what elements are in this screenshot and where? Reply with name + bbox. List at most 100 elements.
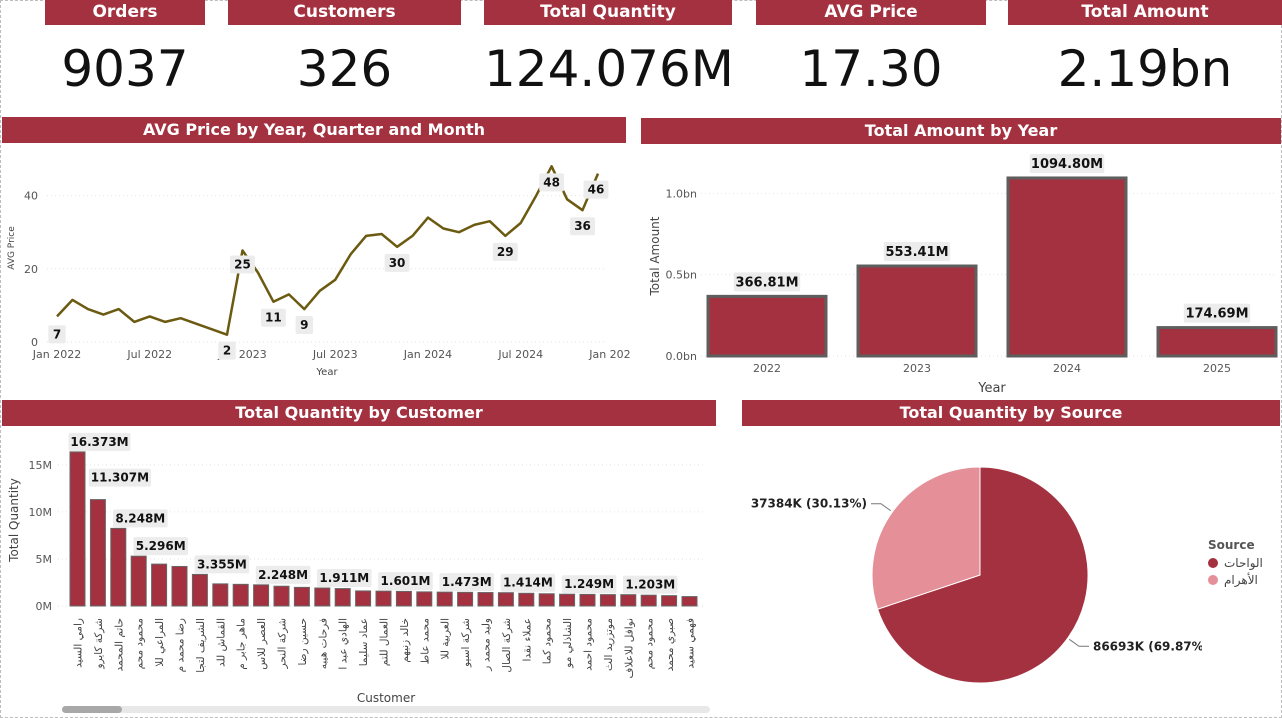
customer-bar — [191, 573, 208, 607]
kpi-customers-label: Customers — [228, 0, 461, 25]
legend-swatch — [1208, 558, 1218, 568]
pie-data-label: 37384K (30.13%) — [751, 497, 867, 511]
customer-bar — [620, 594, 637, 607]
x-tick-label: محمود كما — [542, 618, 554, 664]
x-tick-label: رامي السيد — [73, 618, 85, 668]
customer-bar — [416, 591, 433, 607]
x-tick-label: الهادي عبد ا — [338, 618, 350, 670]
bar-value-label: 3.355M — [197, 557, 247, 571]
x-tick-label: Jul 2024 — [497, 348, 543, 361]
customer-bar — [334, 588, 351, 607]
x-tick-label: Jul 2023 — [312, 348, 358, 361]
x-tick-label: خالد زنيهم — [399, 618, 411, 663]
customer-bar — [559, 593, 576, 607]
bar-value-label: 8.248M — [115, 511, 165, 525]
bar-value-label: 5.296M — [136, 539, 186, 553]
customer-bar — [599, 594, 616, 607]
customer-bar — [355, 590, 372, 607]
x-tick-label: نوافل للاعلاف — [623, 618, 635, 678]
x-tick-label: القماش للد — [215, 618, 227, 667]
avg-price-line-chart[interactable]: 02040Jan 2022 Jul 2022 Jan 2023 Jul 2023 Jan… — [0, 144, 630, 384]
customer-bar — [477, 592, 494, 607]
customer-bar — [518, 592, 535, 607]
legend-label: الأهرام — [1224, 573, 1258, 587]
y-tick-label: 15M — [29, 459, 53, 472]
legend-item[interactable]: الواحات — [1208, 556, 1263, 570]
x-tick-label: موتزريد الث — [603, 618, 615, 671]
customer-bar — [640, 594, 657, 607]
x-tick-label: شركة الصال — [501, 618, 513, 673]
bar-value-label: 1.414M — [503, 576, 553, 590]
source-chart-title: Total Quantity by Source — [742, 400, 1280, 426]
bar-value-label: 1.473M — [442, 575, 492, 589]
x-tick-label: Jul 2022 — [126, 348, 172, 361]
bar-value-label: 366.81M — [735, 275, 798, 290]
legend-title: Source — [1208, 538, 1255, 552]
customer-quantity-bar-chart[interactable]: 0M 5M 10M 15M Total Quantity Customer رامي الس… — [0, 428, 720, 706]
x-tick-label: رضا محمد م — [175, 618, 187, 672]
customer-bar — [436, 591, 453, 607]
kpi-avg-price-label: AVG Price — [756, 0, 986, 25]
customer-bar — [681, 596, 698, 607]
x-tick-label: محمود محم — [644, 618, 656, 669]
bar-value-label: 1.249M — [564, 577, 614, 591]
customer-bar — [314, 587, 331, 607]
x-tick-label: شركة النحر — [277, 618, 289, 669]
customer-bar — [253, 584, 270, 607]
x-tick-label: المراعي للا — [154, 618, 166, 667]
customer-bar — [151, 563, 168, 607]
x-tick-label: الشريف لتجا — [195, 618, 207, 673]
data-label: 9 — [300, 318, 308, 332]
x-tick-label: فرحات هيبه — [317, 618, 329, 669]
x-tick-label: 2024 — [1053, 362, 1081, 375]
x-tick-label: حاتم المحمد — [113, 618, 125, 671]
data-label: 7 — [53, 327, 61, 341]
customer-bar — [579, 593, 596, 607]
data-label: 30 — [389, 256, 406, 270]
legend-item[interactable]: الأهرام — [1208, 573, 1263, 587]
x-tick-label: ماهر جابر م — [236, 618, 248, 670]
customer-bar — [232, 583, 249, 607]
year-bar — [1006, 176, 1128, 358]
y-tick-label: 0.0bn — [666, 350, 697, 363]
legend-swatch — [1208, 575, 1218, 585]
y-tick-label: 1.0bn — [666, 187, 697, 200]
scrollbar-thumb[interactable] — [62, 706, 122, 713]
kpi-total-quantity-label: Total Quantity — [484, 0, 732, 25]
customer-bar — [110, 527, 127, 607]
year-bar — [706, 294, 828, 358]
bar-value-label: 1.601M — [381, 574, 431, 588]
customer-bar — [661, 595, 678, 607]
x-axis-label: Year — [977, 381, 1006, 396]
bar-value-label: 1.911M — [319, 571, 369, 585]
pie-leader-line — [1069, 638, 1089, 647]
data-label: 36 — [574, 219, 591, 233]
x-tick-label: محمود محم — [134, 618, 146, 669]
customer-bar — [89, 499, 106, 607]
x-tick-label: العربية للا — [440, 618, 452, 660]
source-pie-chart[interactable]: 86693K (69.87%) 37384K (30.13%) — [742, 428, 1202, 708]
y-axis-label: Total Amount — [648, 216, 662, 296]
data-label: 29 — [497, 245, 514, 259]
customer-bar — [293, 586, 310, 607]
y-axis-label: Total Quantity — [7, 478, 21, 563]
customer-bar — [497, 592, 514, 607]
y-axis-label: AVG Price — [7, 226, 17, 270]
kpi-orders-label: Orders — [45, 0, 205, 25]
x-tick-label: شركة اسيو — [460, 618, 472, 668]
x-tick-label: صبري محمد — [664, 618, 676, 672]
horizontal-scrollbar[interactable] — [62, 706, 710, 713]
x-axis-label: Customer — [357, 691, 415, 705]
bar-value-label: 1.203M — [625, 578, 675, 592]
kpi-total-amount-label: Total Amount — [1008, 0, 1282, 25]
x-tick-label: فهمي سعيد — [685, 618, 697, 669]
bar-value-label: 16.373M — [70, 435, 128, 449]
kpi-total-quantity-value: 124.076M — [484, 40, 734, 98]
amount-chart-title: Total Amount by Year — [641, 118, 1281, 144]
customer-bar — [273, 585, 290, 607]
legend-label: الواحات — [1224, 556, 1263, 570]
customer-bar — [130, 555, 147, 607]
pie-data-label: 86693K (69.87%) — [1093, 639, 1202, 653]
total-amount-bar-chart[interactable]: 0.0bn 0.5bn 1.0bn Total Amount Year 2022 366.8… — [641, 144, 1281, 398]
x-axis-label: Year — [315, 367, 338, 378]
